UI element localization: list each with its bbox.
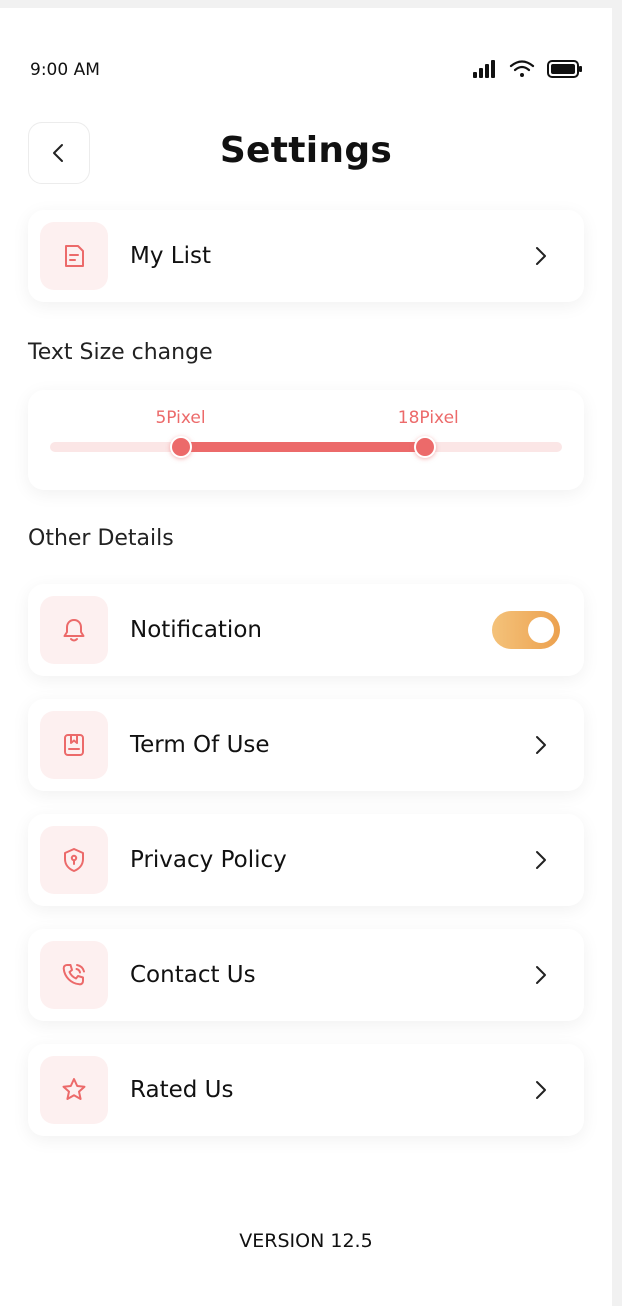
- notification-item: Notification: [28, 584, 584, 676]
- my-list-label: My List: [130, 243, 211, 269]
- slider-min-handle[interactable]: [169, 436, 192, 458]
- chevron-right-icon: [526, 1075, 556, 1105]
- privacy-policy-icon-box: [40, 826, 108, 894]
- toggle-thumb: [528, 617, 554, 643]
- rated-us-icon-box: [40, 1056, 108, 1124]
- chevron-right-icon: [526, 241, 556, 271]
- signal-icon: [473, 60, 495, 78]
- slider-max-value: 18Pixel: [397, 408, 459, 428]
- document-list-icon: [65, 245, 84, 267]
- rated-us-label: Rated Us: [130, 1077, 234, 1103]
- version-text: VERSION 12.5: [239, 1230, 373, 1252]
- privacy-policy-label: Privacy Policy: [130, 847, 287, 873]
- term-of-use-icon-box: [40, 711, 108, 779]
- my-list-item[interactable]: My List: [28, 210, 584, 302]
- notification-toggle[interactable]: [492, 611, 560, 649]
- notification-icon-box: [40, 596, 108, 664]
- privacy-policy-item[interactable]: Privacy Policy: [28, 814, 584, 906]
- chevron-right-icon: [526, 730, 556, 760]
- shield-icon: [64, 848, 84, 872]
- contact-us-label: Contact Us: [130, 962, 256, 988]
- text-size-slider-card: 5Pixel 18Pixel: [28, 390, 584, 490]
- phone-icon: [62, 964, 85, 986]
- status-icons: [470, 58, 585, 80]
- star-icon: [62, 1078, 86, 1100]
- settings-screen: 9:00 AM Settings My List Text Size chang…: [0, 8, 612, 1306]
- bookmark-doc-icon: [64, 734, 84, 756]
- text-size-section-title: Text Size change: [28, 340, 213, 365]
- contact-us-item[interactable]: Contact Us: [28, 929, 584, 1021]
- rated-us-item[interactable]: Rated Us: [28, 1044, 584, 1136]
- slider-selected-range: [180, 442, 426, 452]
- text-size-slider-track[interactable]: [50, 436, 562, 458]
- battery-icon: [547, 60, 582, 78]
- other-details-section-title: Other Details: [28, 526, 174, 551]
- status-time: 9:00 AM: [30, 60, 100, 80]
- chevron-right-icon: [526, 845, 556, 875]
- wifi-icon: [509, 60, 535, 77]
- chevron-right-icon: [526, 960, 556, 990]
- term-of-use-item[interactable]: Term Of Use: [28, 699, 584, 791]
- my-list-icon-box: [40, 222, 108, 290]
- bell-icon: [63, 619, 85, 642]
- notification-label: Notification: [130, 617, 262, 643]
- contact-us-icon-box: [40, 941, 108, 1009]
- term-of-use-label: Term Of Use: [130, 732, 270, 758]
- slider-min-value: 5Pixel: [155, 408, 206, 428]
- slider-max-handle[interactable]: [414, 436, 437, 458]
- page-title: Settings: [219, 130, 393, 171]
